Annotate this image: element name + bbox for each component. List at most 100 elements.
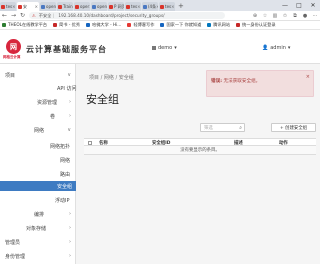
new-tab-button[interactable]: + xyxy=(178,2,184,10)
sidebar-item[interactable]: 网络 ∨ xyxy=(0,125,76,135)
not-secure-label: 不安全 xyxy=(38,12,52,18)
sidebar-item[interactable]: 管理员 › xyxy=(0,237,76,247)
bookmark-favicon-icon xyxy=(127,23,132,27)
user-name: admin xyxy=(270,45,286,51)
bookmark-item[interactable]: 腾讯网站 xyxy=(207,22,230,28)
sidebar-item[interactable]: 卷 › xyxy=(0,111,76,121)
tab-favicon-icon xyxy=(41,4,45,9)
tab-favicon-icon xyxy=(109,4,113,9)
bookmark-item[interactable]: 哈佛大学 - Hi… xyxy=(86,22,121,28)
close-window-icon[interactable]: ✕ xyxy=(306,2,320,9)
sidebar-item[interactable]: 安全组 xyxy=(0,181,76,191)
reload-icon[interactable]: ↻ xyxy=(18,12,27,19)
tab-close-icon[interactable]: × xyxy=(156,4,158,9)
tab-close-icon[interactable]: × xyxy=(137,4,140,9)
sidebar-item[interactable]: 网络拓扑 xyxy=(0,141,76,151)
tab-close-icon[interactable]: × xyxy=(89,4,90,9)
browser-tab[interactable]: (4条 × xyxy=(142,2,158,11)
url-text: 192.168.40.10/dashboard/project/security… xyxy=(58,13,165,18)
bookmark-item[interactable]: THEOL在线教学平台 xyxy=(2,22,47,28)
sidebar-item-label: 网络 xyxy=(60,157,71,164)
project-name: demo xyxy=(158,45,173,51)
bookmark-favicon-icon xyxy=(207,23,212,27)
sidebar-item[interactable]: 项目 ∨ xyxy=(0,70,76,80)
close-icon[interactable]: × xyxy=(306,74,310,80)
filter-input[interactable]: 筛选 ⌕ xyxy=(200,123,245,132)
browser-tab[interactable]: tes × xyxy=(125,2,141,11)
browser-tab[interactable]: 安 × xyxy=(17,2,39,11)
tab-favicon-icon xyxy=(18,4,22,9)
sidebar-item[interactable]: 对象存储 › xyxy=(0,223,76,233)
project-selector[interactable]: demo ▾ xyxy=(152,45,177,51)
sidebar-item[interactable]: API 访问 xyxy=(0,83,77,93)
tab-close-icon[interactable]: × xyxy=(12,4,15,9)
tab-strip: tes×安×open×Train×oper×open×P 网页×tes×(4条×… xyxy=(0,0,176,11)
sidebar-item[interactable]: 身份管理 › xyxy=(0,251,76,261)
browser-tab[interactable]: Train× xyxy=(57,2,73,11)
sidebar-item[interactable]: 编排 › xyxy=(0,209,76,219)
column-actions: 动作 xyxy=(279,141,288,146)
sidebar-item-label: 管理员 xyxy=(5,239,21,246)
sidebar-item-label: 对象存储 xyxy=(26,225,47,232)
browser-tab[interactable]: tes × xyxy=(159,2,175,11)
chevron-right-icon: › xyxy=(69,225,71,231)
url-field[interactable]: ⚠ 不安全 | 192.168.40.10/dashboard/project/… xyxy=(29,12,225,19)
sidebar-item[interactable]: 网络 xyxy=(0,155,76,165)
alert-message: 错误: 无法获取安全组。 xyxy=(211,78,260,84)
search-icon[interactable]: ⌕ xyxy=(239,125,242,131)
sidebar-item[interactable]: 资源管理 › xyxy=(0,97,76,107)
logo-caption: 网格云计算 xyxy=(3,55,21,59)
tab-close-icon[interactable]: × xyxy=(171,4,174,9)
collections-icon[interactable]: ⧉ xyxy=(290,13,300,19)
sidebar-item-label: API 访问 xyxy=(57,85,77,92)
star-icon[interactable]: ☆ xyxy=(260,13,270,19)
column-id[interactable]: 安全组ID xyxy=(152,140,170,146)
sidebar-item[interactable]: 路由 xyxy=(0,169,76,179)
bookmark-item[interactable]: 统一身份认证登录 xyxy=(236,22,276,28)
tab-close-icon[interactable]: × xyxy=(35,4,38,9)
sidebar-item-label: 网络 xyxy=(34,127,45,134)
profile-icon[interactable]: ● xyxy=(300,13,310,19)
bookmark-item[interactable]: 简书 - 优秀 xyxy=(53,22,80,28)
sidebar-item-label: 安全组 xyxy=(57,183,73,190)
bookmarks-bar: THEOL在线教学平台 简书 - 优秀 哈佛大学 - Hi… 轻博客写作 国家一下 你就… xyxy=(0,21,320,30)
bookmark-label: 哈佛大学 - Hi… xyxy=(92,22,122,27)
browser-tab[interactable]: open× xyxy=(91,2,107,11)
tab-favicon-icon xyxy=(92,4,96,9)
tab-favicon-icon xyxy=(1,4,5,9)
browser-tab[interactable]: open× xyxy=(40,2,56,11)
maximize-icon[interactable]: □ xyxy=(292,2,306,9)
create-security-group-button[interactable]: + 创建安全组 xyxy=(271,123,316,132)
user-icon: 👤 xyxy=(262,45,269,51)
forward-icon[interactable]: → xyxy=(9,12,18,19)
more-icon[interactable]: ⋯ xyxy=(310,13,320,19)
bookmark-item[interactable]: 轻博客写作 xyxy=(127,22,154,28)
zoom-icon[interactable]: ⊕ xyxy=(250,13,260,19)
bookmark-favicon-icon xyxy=(236,23,241,27)
sidebar-item-label: 路由 xyxy=(60,171,71,178)
bookmark-item[interactable]: 国家一下 你就知道 xyxy=(160,22,201,28)
user-menu[interactable]: 👤 admin ▾ xyxy=(262,45,290,51)
back-icon[interactable]: ← xyxy=(0,12,9,19)
tab-favicon-icon xyxy=(160,4,164,9)
tab-favicon-icon xyxy=(126,4,130,9)
split-screen-icon[interactable]: ▥ xyxy=(270,13,280,19)
window-controls: — □ ✕ xyxy=(278,0,320,11)
column-description[interactable]: 描述 xyxy=(234,140,243,146)
brand-logo[interactable]: 网 xyxy=(6,39,21,54)
chevron-down-icon: ▾ xyxy=(287,45,291,51)
bookmark-label: 腾讯网站 xyxy=(213,22,231,27)
alert-prefix: 错误: xyxy=(211,79,223,84)
browser-tab[interactable]: tes × xyxy=(0,2,16,11)
select-all-checkbox[interactable] xyxy=(88,141,92,145)
table-header: 名称 安全组ID 描述 动作 xyxy=(84,138,316,146)
browser-tab[interactable]: P 网页× xyxy=(108,2,124,11)
favorites-icon[interactable]: ✩ xyxy=(280,13,290,19)
sidebar-item[interactable]: 浮动IP xyxy=(0,195,76,205)
bookmark-favicon-icon xyxy=(160,23,165,27)
minimize-icon[interactable]: — xyxy=(278,2,292,9)
browser-tab[interactable]: oper× xyxy=(74,2,90,11)
bookmark-label: 统一身份认证登录 xyxy=(242,22,276,27)
app-header: 网 网格云计算 云计算基础服务平台 demo ▾ 👤 admin ▾ xyxy=(0,30,320,64)
column-name[interactable]: 名称 xyxy=(99,140,108,146)
